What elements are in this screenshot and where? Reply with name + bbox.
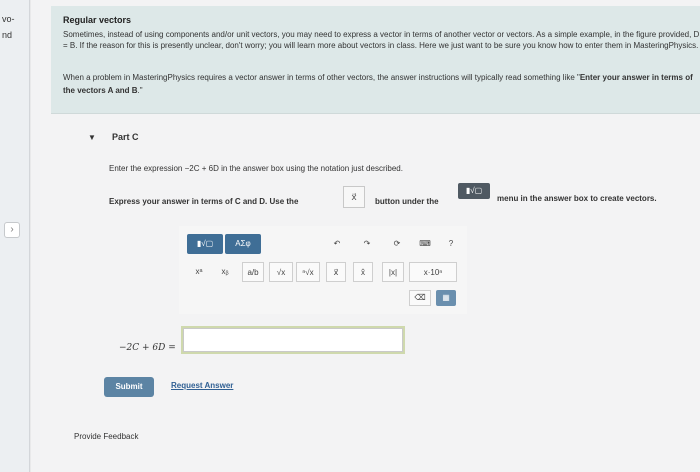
undo-icon[interactable]: ↶ [327, 234, 347, 254]
info-box: Regular vectors Sometimes, instead of us… [51, 6, 700, 114]
templates-menu-reference: ▮√▢ [458, 183, 490, 199]
answer-instructions-end: menu in the answer box to create vectors… [497, 194, 657, 203]
subscript-button[interactable]: xᵦ [213, 262, 237, 282]
left-sidebar-strip: vo- nd › [0, 0, 30, 472]
clipped-text-fragment: vo- [2, 14, 15, 24]
request-answer-link[interactable]: Request Answer [171, 381, 233, 390]
answer-instructions: Express your answer in terms of C and D.… [109, 197, 299, 206]
problem-panel: Regular vectors Sometimes, instead of us… [31, 0, 700, 472]
collapse-caret-icon[interactable]: ▼ [88, 133, 96, 142]
math-toolbar: ▮√▢ ΑΣφ ↶ ↷ ⟳ ⌨ ? xᵃ xᵦ a/b √x ⁿ√x x⃗ x̂… [179, 226, 467, 314]
keypad-icon[interactable]: ▦ [436, 290, 456, 306]
nth-root-button[interactable]: ⁿ√x [296, 262, 320, 282]
answer-input[interactable] [183, 328, 403, 352]
submit-button[interactable]: Submit [104, 377, 154, 397]
vector-button[interactable]: x⃗ [326, 262, 346, 282]
chevron-right-icon[interactable]: › [4, 222, 20, 238]
info-title: Regular vectors [63, 15, 132, 25]
part-prompt: Enter the expression −2C + 6D in the ans… [109, 164, 403, 173]
sqrt-button[interactable]: √x [269, 262, 293, 282]
info-paragraph: Sometimes, instead of using components a… [63, 30, 700, 50]
help-icon[interactable]: ? [441, 234, 461, 254]
scientific-notation-button[interactable]: x·10ⁿ [409, 262, 457, 282]
symbols-menu-button[interactable]: ΑΣφ [225, 234, 261, 254]
clipped-text-fragment: nd [2, 30, 13, 40]
provide-feedback-link[interactable]: Provide Feedback [74, 432, 138, 441]
answer-label: −2C + 6D = [119, 343, 176, 353]
answer-field-wrapper [181, 326, 405, 354]
part-title: Part C [112, 132, 139, 142]
redo-icon[interactable]: ↷ [357, 234, 377, 254]
reset-icon[interactable]: ⟳ [387, 234, 407, 254]
answer-instructions-mid: button under the [375, 197, 439, 206]
backspace-icon[interactable]: ⌫ [409, 290, 431, 306]
fraction-button[interactable]: a/b [242, 262, 264, 282]
keyboard-icon[interactable]: ⌨ [415, 234, 435, 254]
info-paragraph-instructions: When a problem in MasteringPhysics requi… [63, 73, 693, 95]
absolute-value-button[interactable]: |x| [382, 262, 404, 282]
superscript-button[interactable]: xᵃ [187, 262, 211, 282]
unit-vector-button[interactable]: x̂ [353, 262, 373, 282]
templates-menu-button[interactable]: ▮√▢ [187, 234, 223, 254]
vector-button-reference: x⃗ [343, 186, 365, 208]
